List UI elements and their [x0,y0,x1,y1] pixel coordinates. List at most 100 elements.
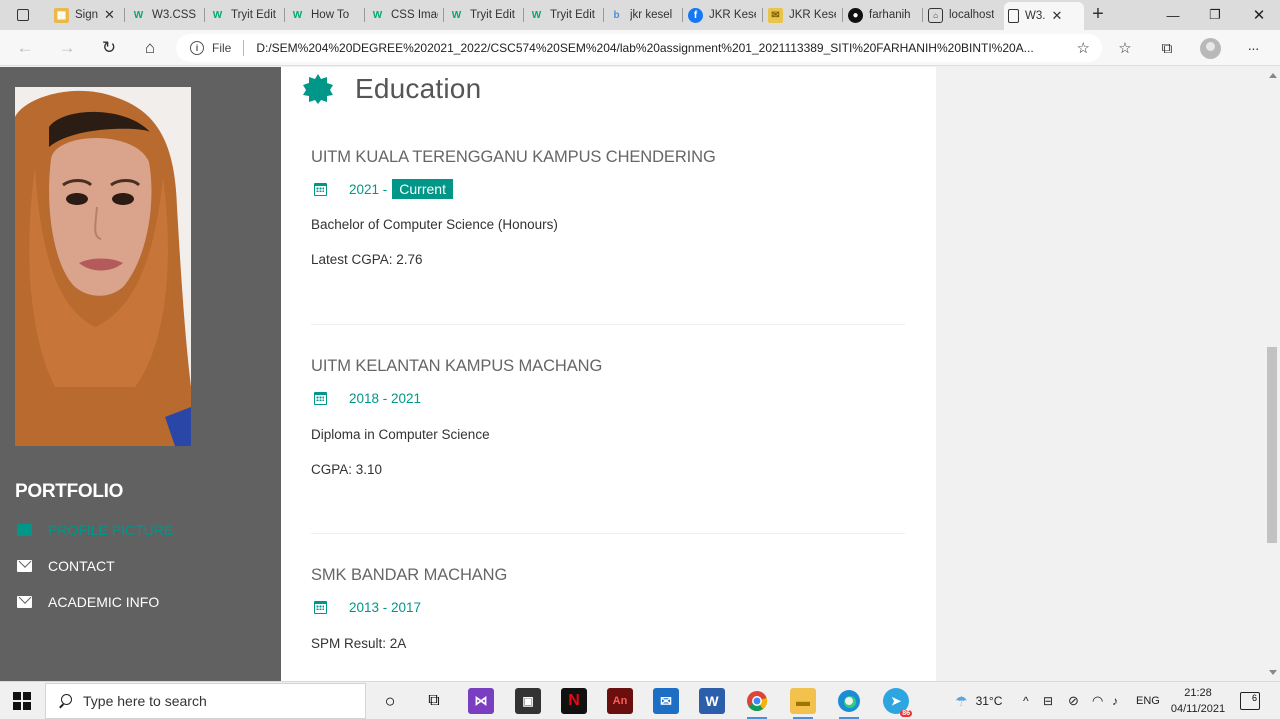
scroll-thumb[interactable] [1267,347,1277,543]
telegram-icon[interactable]: ➤ 86 [883,688,912,717]
chrome-icon[interactable] [744,688,770,719]
education-header: Education [303,73,481,105]
cortana-icon[interactable]: ○ [377,688,403,714]
result-text: Latest CGPA: 2.76 [311,252,423,267]
nav-profile-picture[interactable]: PROFILE PICTURE [17,520,173,540]
tab-0[interactable]: ▦ Sign ✕ [50,2,124,28]
show-hidden-icons[interactable]: ^ [1023,682,1029,719]
entry-date: 2018 - 2021 [314,391,421,406]
program-text: SPM Result: 2A [311,636,407,651]
weather-icon: ☂ [955,692,968,709]
tab-close-icon[interactable]: ✕ [104,7,115,23]
tab-10[interactable]: ● farhanih [844,2,922,28]
portfolio-title: PORTFOLIO [15,481,124,502]
taskbar: Type here to search ○ ⧉ ⋈ ▣ N An ✉ W ▬ ➤… [0,681,1280,719]
back-button[interactable]: ← [13,37,37,59]
collections-icon[interactable]: ⧉ [1156,37,1178,59]
profile-picture [15,87,191,446]
current-badge: Current [392,179,453,199]
google-sheets-icon: ▦ [54,7,69,23]
search-placeholder: Type here to search [83,693,207,709]
tab-3[interactable]: W How To [286,2,362,28]
close-window-button[interactable]: ✕ [1236,0,1280,30]
document-icon [1008,9,1019,23]
w3schools-icon: W [372,9,383,21]
restore-button[interactable]: ❐ [1192,0,1238,30]
entry-date: 2013 - 2017 [314,600,421,615]
certificate-icon [303,74,333,104]
language-indicator[interactable]: ENG [1136,682,1160,719]
tab-actions-icon [17,9,29,21]
word-icon[interactable]: W [699,688,725,714]
tab-11[interactable]: ⌂ localhost [924,2,1002,28]
windows-start-button[interactable] [13,692,31,710]
clock-date: 04/11/2021 [1170,703,1226,715]
network-icon[interactable]: ⊟ [1043,682,1053,719]
page-scrollbar[interactable] [1265,67,1280,681]
forward-button[interactable]: → [55,37,79,59]
visual-studio-icon[interactable]: ⋈ [468,688,494,714]
tab-close-icon[interactable]: ✕ [1051,8,1062,24]
wifi-icon[interactable]: ◠ [1092,682,1103,719]
edge-icon[interactable] [836,688,862,719]
tab-strip: ▦ Sign ✕ W W3.CSS W Tryit Edit W How To … [0,0,1280,30]
tab-1[interactable]: W W3.CSS [127,2,203,28]
nav-label: ACADEMIC INFO [48,594,160,610]
result-text: CGPA: 3.10 [311,462,383,477]
store-icon[interactable]: ▣ [515,688,541,714]
divider [311,324,905,325]
home-button[interactable]: ⌂ [138,37,162,59]
sidebar: PORTFOLIO PROFILE PICTURE CONTACT ACADEM… [0,67,281,681]
minimize-button[interactable]: — [1150,0,1196,30]
animate-icon[interactable]: An [607,688,633,714]
w3schools-icon: W [451,9,462,21]
scroll-down-icon[interactable] [1269,670,1277,675]
address-bar[interactable]: i File D:/SEM%204%20DEGREE%202021_2022/C… [176,34,1102,62]
sync-icon[interactable]: ⊘ [1068,682,1079,719]
file-label: File [212,41,232,55]
refresh-button[interactable]: ↻ [97,37,121,59]
program-text: Diploma in Computer Science [311,427,490,442]
mail-icon: ✉ [768,7,783,23]
url-text[interactable]: D:/SEM%204%20DEGREE%202021_2022/CSC574%2… [256,41,1066,55]
divider [311,533,905,534]
task-view-icon[interactable]: ⧉ [421,688,447,714]
volume-icon[interactable]: ♪ [1112,682,1118,719]
w3schools-icon: W [531,9,542,21]
tab-7[interactable]: b jkr kesel [605,2,681,28]
nav-academic-info[interactable]: ACADEMIC INFO [17,592,159,612]
tab-2[interactable]: W Tryit Edit [206,2,282,28]
profile-avatar[interactable] [1200,38,1221,59]
netflix-icon[interactable]: N [561,688,587,714]
bing-icon: b [613,9,620,21]
calendar-icon [314,392,327,405]
school-title: UITM KELANTAN KAMPUS MACHANG [311,357,603,375]
nav-label: PROFILE PICTURE [48,522,174,538]
add-favorite-icon[interactable]: ☆ [1077,39,1090,57]
info-icon[interactable]: i [190,41,204,55]
tab-9[interactable]: ✉ JKR Kese [764,2,840,28]
tab-4[interactable]: W CSS Imag [366,2,442,28]
clock-time: 21:28 [1184,687,1212,699]
education-section: Education UITM KUALA TERENGGANU KAMPUS C… [281,67,936,681]
tab-actions-button[interactable] [6,4,40,26]
new-tab-button[interactable]: + [1088,4,1108,26]
calendar-icon [314,601,327,614]
more-options-icon[interactable]: ··· [1242,37,1264,59]
scroll-up-icon[interactable] [1269,73,1277,78]
notification-center-icon[interactable]: 6 [1240,692,1260,710]
clock[interactable]: 21:28 04/11/2021 [1168,685,1228,717]
taskbar-search[interactable]: Type here to search [45,683,366,719]
tab-active[interactable]: W3. ✕ [1004,2,1084,30]
nav-contact[interactable]: CONTACT [17,556,115,576]
tab-8[interactable]: f JKR Kese [684,2,760,28]
mail-icon[interactable]: ✉ [653,688,679,714]
weather-widget[interactable]: ☂ 31°C [955,682,1002,719]
browser-toolbar: ← → ↻ ⌂ i File D:/SEM%204%20DEGREE%20202… [0,30,1280,66]
tab-5[interactable]: W Tryit Edit [445,2,521,28]
favorites-icon[interactable]: ☆ [1114,37,1136,59]
file-explorer-icon[interactable]: ▬ [790,688,816,719]
search-icon [58,693,73,709]
tab-6[interactable]: W Tryit Edit [525,2,601,28]
entry-date: 2021 - Current [314,179,453,199]
